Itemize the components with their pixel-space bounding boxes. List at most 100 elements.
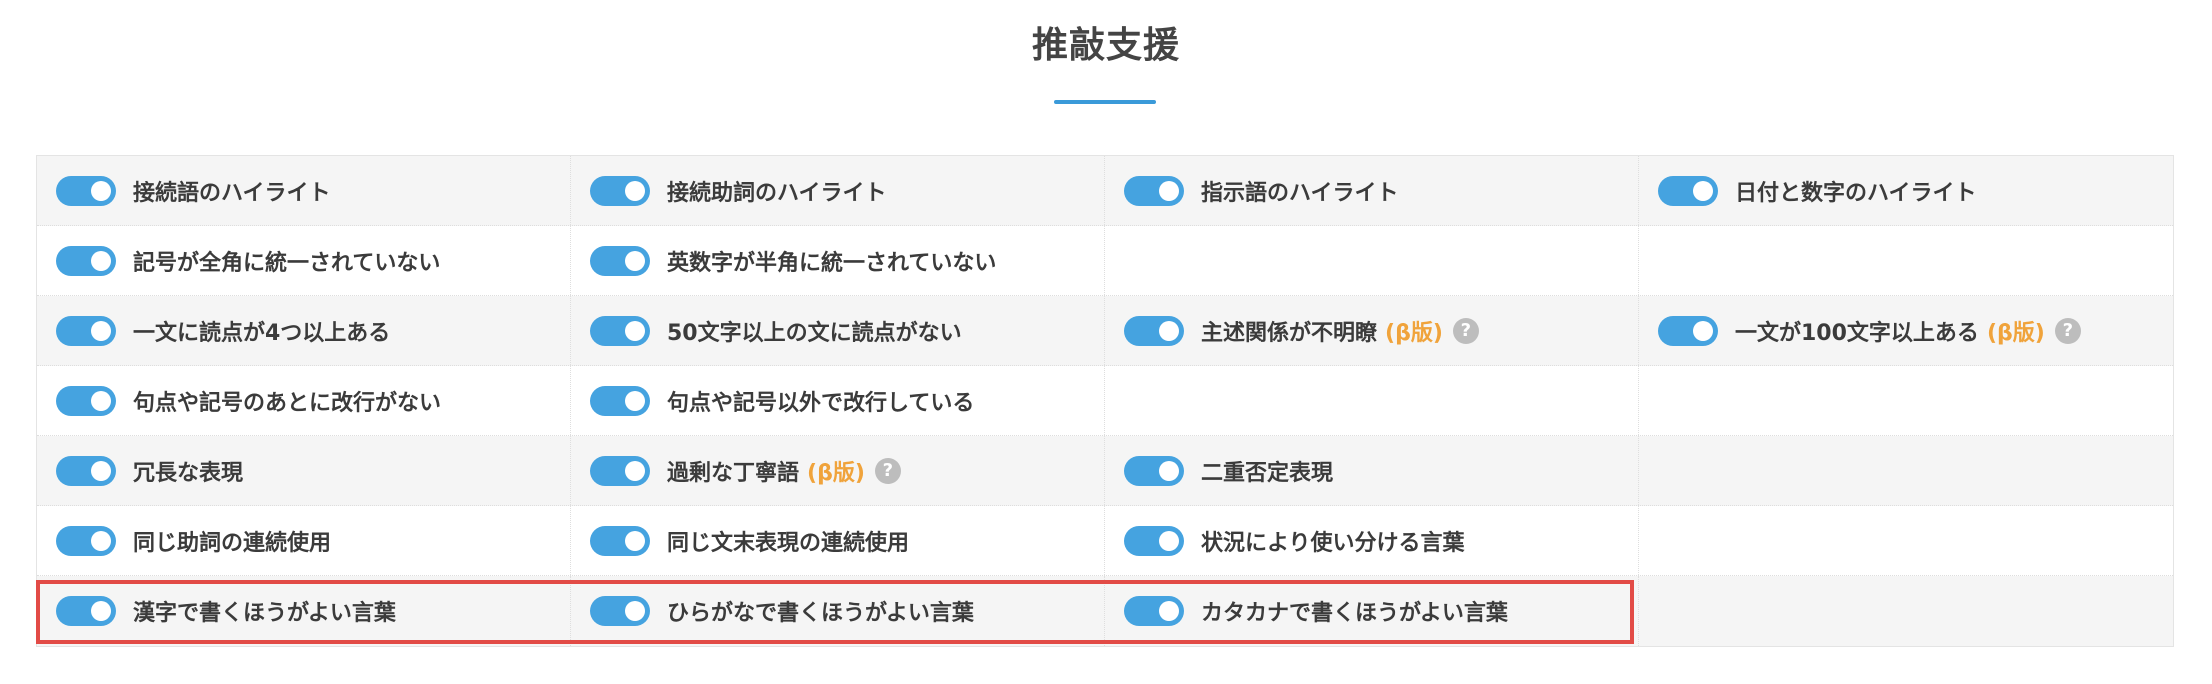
setting-label: 句点や記号のあとに改行がない — [133, 390, 442, 416]
beta-badge: (β版) — [1385, 320, 1443, 346]
toggle-knob — [625, 180, 645, 201]
toggle-knob — [625, 460, 645, 481]
toggle-switch[interactable] — [1124, 525, 1184, 556]
toggle-knob — [1159, 460, 1179, 481]
toggle-switch[interactable] — [590, 596, 650, 626]
setting-label: 日付と数字のハイライト — [1735, 180, 1977, 206]
setting-item: 接続助詞のハイライト — [571, 156, 1105, 225]
toggle-switch[interactable] — [590, 175, 650, 206]
toggle-switch[interactable] — [1658, 315, 1718, 346]
setting-item: 接続語のハイライト — [37, 156, 571, 225]
setting-item: 50文字以上の文に読点がない — [571, 296, 1105, 365]
settings-row: 冗長な表現 過剰な丁寧語 (β版)? 二重否定表現 — [37, 436, 2173, 506]
toggle-switch[interactable] — [56, 175, 116, 206]
toggle-switch[interactable] — [56, 525, 116, 556]
empty-cell — [1639, 226, 2173, 295]
setting-item: 一文が100文字以上ある (β版)? — [1639, 296, 2173, 365]
toggle-switch[interactable] — [1124, 455, 1184, 486]
toggle-knob — [625, 530, 645, 551]
setting-item: 日付と数字のハイライト — [1639, 156, 2173, 225]
setting-label: 状況により使い分ける言葉 — [1201, 530, 1465, 556]
setting-label: 過剰な丁寧語 — [667, 460, 800, 486]
settings-row: 接続語のハイライト 接続助詞のハイライト 指示語のハイライト 日付と数字のハイライト — [37, 156, 2173, 226]
setting-item: 句点や記号のあとに改行がない — [37, 366, 571, 435]
toggle-switch[interactable] — [1124, 315, 1184, 346]
setting-item: 一文に読点が4つ以上ある — [37, 296, 571, 365]
toggle-switch[interactable] — [1124, 596, 1184, 626]
setting-label: 50文字以上の文に読点がない — [667, 320, 962, 346]
setting-label: 主述関係が不明瞭 — [1201, 320, 1378, 346]
toggle-knob — [1159, 320, 1179, 341]
setting-item: 状況により使い分ける言葉 — [1105, 506, 1639, 575]
empty-cell — [1105, 366, 1639, 435]
toggle-knob — [91, 460, 111, 481]
settings-row: 一文に読点が4つ以上ある 50文字以上の文に読点がない 主述関係が不明瞭 (β版)? 一… — [37, 296, 2173, 366]
toggle-switch[interactable] — [56, 245, 116, 276]
setting-label: 一文が100文字以上ある — [1735, 320, 1979, 346]
setting-label: 冗長な表現 — [133, 460, 244, 486]
settings-row: 同じ助詞の連続使用 同じ文末表現の連続使用 状況により使い分ける言葉 — [37, 506, 2173, 576]
toggle-switch[interactable] — [590, 455, 650, 486]
toggle-knob — [1693, 180, 1713, 201]
toggle-switch[interactable] — [56, 455, 116, 486]
toggle-knob — [625, 320, 645, 341]
setting-label: 句点や記号以外で改行している — [667, 390, 975, 416]
toggle-switch[interactable] — [1124, 175, 1184, 206]
setting-item: 指示語のハイライト — [1105, 156, 1639, 225]
setting-item: 同じ助詞の連続使用 — [37, 506, 571, 575]
toggle-knob — [625, 390, 645, 411]
toggle-knob — [625, 601, 645, 621]
settings-row: 句点や記号のあとに改行がない 句点や記号以外で改行している — [37, 366, 2173, 436]
empty-cell — [1639, 576, 2173, 646]
settings-row: 記号が全角に統一されていない 英数字が半角に統一されていない — [37, 226, 2173, 296]
setting-label: 記号が全角に統一されていない — [133, 250, 441, 276]
toggle-knob — [91, 530, 111, 551]
toggle-knob — [625, 250, 645, 271]
empty-cell — [1639, 436, 2173, 505]
toggle-switch[interactable] — [56, 385, 116, 416]
empty-cell — [1105, 226, 1639, 295]
toggle-switch[interactable] — [590, 525, 650, 556]
toggle-switch[interactable] — [56, 315, 116, 346]
toggle-knob — [91, 320, 111, 341]
setting-label: 接続語のハイライト — [133, 180, 331, 206]
setting-item: 過剰な丁寧語 (β版)? — [571, 436, 1105, 505]
toggle-switch[interactable] — [590, 385, 650, 416]
question-circle-icon[interactable]: ? — [1452, 317, 1479, 344]
empty-cell — [1639, 506, 2173, 575]
toggle-switch[interactable] — [590, 315, 650, 346]
setting-item: 英数字が半角に統一されていない — [571, 226, 1105, 295]
toggle-switch[interactable] — [590, 245, 650, 276]
empty-cell — [1639, 366, 2173, 435]
setting-label: カタカナで書くほうがよい言葉 — [1201, 601, 1508, 626]
toggle-knob — [1159, 180, 1179, 201]
setting-label: 指示語のハイライト — [1201, 180, 1399, 206]
setting-item: ひらがなで書くほうがよい言葉 — [571, 576, 1105, 646]
setting-item: カタカナで書くほうがよい言葉 — [1105, 576, 1639, 646]
toggle-knob — [1159, 530, 1179, 551]
question-circle-icon[interactable]: ? — [2054, 317, 2081, 344]
beta-badge: (β版) — [807, 460, 865, 486]
title-underline — [1054, 100, 1156, 104]
toggle-knob — [91, 390, 111, 411]
setting-item: 二重否定表現 — [1105, 436, 1639, 505]
setting-label: 同じ文末表現の連続使用 — [667, 530, 910, 556]
setting-item: 句点や記号以外で改行している — [571, 366, 1105, 435]
setting-label: 一文に読点が4つ以上ある — [133, 320, 391, 346]
toggle-switch[interactable] — [56, 596, 116, 626]
setting-label: 二重否定表現 — [1201, 460, 1334, 486]
beta-badge: (β版) — [1986, 320, 2045, 346]
toggle-knob — [91, 250, 111, 271]
settings-grid: 接続語のハイライト 接続助詞のハイライト 指示語のハイライト 日付と数字のハイライト記… — [36, 155, 2174, 647]
setting-label: ひらがなで書くほうがよい言葉 — [667, 601, 974, 626]
page-title: 推敲支援 — [1031, 25, 1180, 66]
setting-item: 記号が全角に統一されていない — [37, 226, 571, 295]
question-circle-icon[interactable]: ? — [874, 457, 901, 484]
setting-item: 漢字で書くほうがよい言葉 — [37, 576, 571, 646]
toggle-knob — [91, 180, 111, 201]
toggle-switch[interactable] — [1658, 175, 1718, 206]
setting-item: 冗長な表現 — [37, 436, 571, 505]
toggle-knob — [1159, 601, 1179, 621]
toggle-knob — [1693, 320, 1713, 341]
setting-item: 主述関係が不明瞭 (β版)? — [1105, 296, 1639, 365]
